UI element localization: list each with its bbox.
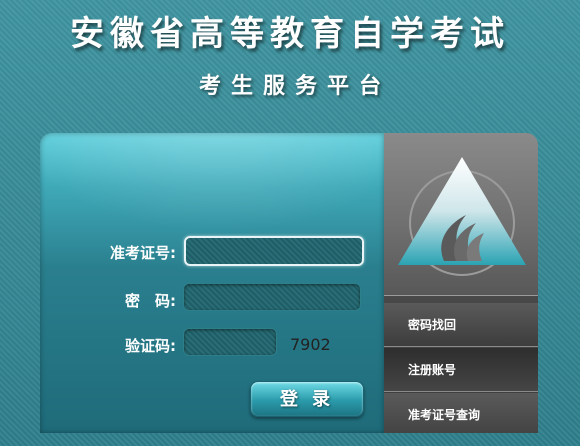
sidebar-item-recover-password[interactable]: 密码找回 (384, 303, 538, 347)
password-input[interactable] (183, 283, 361, 311)
triangle-flame-logo-icon (398, 157, 526, 276)
captcha-code[interactable]: 7902 (290, 335, 331, 354)
sidebar-item-exam-id-query[interactable]: 准考证号查询 (384, 393, 538, 433)
login-button[interactable]: 登录 (250, 381, 364, 417)
password-label: 密 码: (125, 292, 176, 310)
exam-id-label: 准考证号: (110, 244, 176, 262)
sidebar: 密码找回 注册账号 准考证号查询 (384, 133, 538, 433)
exam-id-input[interactable] (184, 236, 364, 266)
logo-area (384, 133, 538, 296)
captcha-input[interactable] (183, 328, 277, 356)
sidebar-item-register[interactable]: 注册账号 (384, 348, 538, 392)
captcha-label: 验证码: (125, 337, 176, 355)
page-subtitle: 考生服务平台 (198, 73, 391, 99)
page-title: 安徽省高等教育自学考试 (70, 14, 510, 54)
